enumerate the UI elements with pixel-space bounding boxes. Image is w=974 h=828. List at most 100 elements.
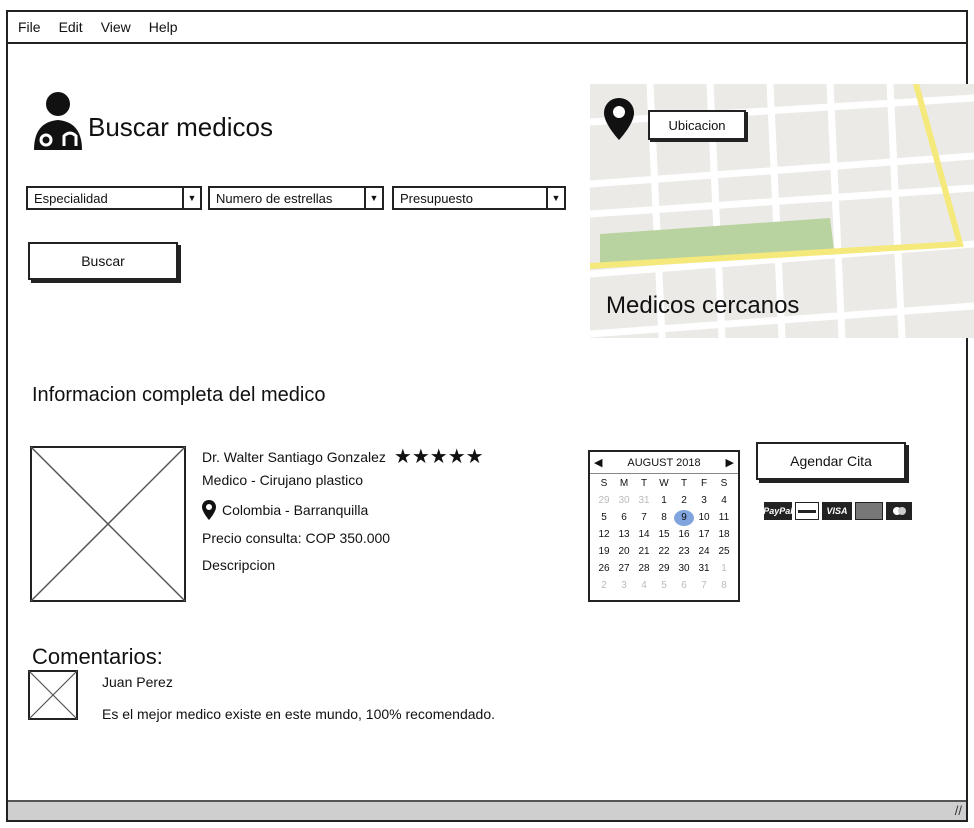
calendar-day[interactable]: 5 bbox=[654, 578, 674, 594]
commenter-avatar-placeholder bbox=[28, 670, 78, 720]
calendar-day[interactable]: 11 bbox=[714, 510, 734, 526]
calendar-day[interactable]: 10 bbox=[694, 510, 714, 526]
menu-file[interactable]: File bbox=[18, 19, 41, 35]
calendar-day[interactable]: 21 bbox=[634, 544, 654, 560]
calendar-day[interactable]: 13 bbox=[614, 527, 634, 543]
calendar-day[interactable]: 2 bbox=[674, 493, 694, 509]
calendar-weekday: T bbox=[640, 478, 648, 489]
comment-text: Es el mejor medico existe en este mundo,… bbox=[102, 706, 495, 722]
calendar-day[interactable]: 26 bbox=[594, 561, 614, 577]
map-panel[interactable]: Ubicacion Medicos cercanos bbox=[590, 84, 974, 338]
chevron-down-icon: ▼ bbox=[182, 188, 200, 208]
visa-card-icon: VISA bbox=[822, 502, 852, 520]
status-bar: // bbox=[8, 800, 966, 820]
calendar-header: ◀ AUGUST 2018 ▶ bbox=[590, 452, 738, 474]
calendar-weekday: M bbox=[619, 478, 629, 489]
calendar-day[interactable]: 8 bbox=[714, 578, 734, 594]
menu-bar: File Edit View Help bbox=[8, 12, 966, 44]
location-button[interactable]: Ubicacion bbox=[648, 110, 746, 140]
doctor-name: Dr. Walter Santiago Gonzalez bbox=[202, 448, 386, 465]
calendar-day[interactable]: 6 bbox=[674, 578, 694, 594]
calendar-day[interactable]: 2 bbox=[594, 578, 614, 594]
comment-author: Juan Perez bbox=[102, 674, 173, 690]
calendar-day[interactable]: 4 bbox=[634, 578, 654, 594]
calendar: ◀ AUGUST 2018 ▶ S M T W T F S 29 30 31 1 2 3 4 5 6 7 8 9 10… bbox=[588, 450, 740, 602]
menu-edit[interactable]: Edit bbox=[59, 19, 83, 35]
calendar-day[interactable]: 19 bbox=[594, 544, 614, 560]
calendar-day[interactable]: 1 bbox=[714, 561, 734, 577]
doctor-specialty: Medico - Cirujano plastico bbox=[202, 472, 364, 488]
calendar-month: AUGUST 2018 bbox=[627, 456, 701, 469]
app-window: File Edit View Help Buscar medicos Espec… bbox=[6, 10, 974, 822]
mastercard-icon bbox=[886, 502, 912, 520]
doctor-description[interactable]: Descripcion bbox=[202, 557, 275, 573]
menu-help[interactable]: Help bbox=[149, 19, 178, 35]
stars-select-label: Numero de estrellas bbox=[216, 190, 333, 206]
chevron-down-icon: ▼ bbox=[364, 188, 382, 208]
calendar-day[interactable]: 30 bbox=[674, 561, 694, 577]
calendar-day[interactable]: 22 bbox=[654, 544, 674, 560]
rating-stars: ★★★★★ bbox=[393, 446, 484, 468]
paypal-card-icon: PayPal bbox=[763, 502, 793, 520]
calendar-weekday: T bbox=[680, 478, 688, 489]
calendar-day[interactable]: 29 bbox=[594, 493, 614, 509]
calendar-day[interactable]: 20 bbox=[614, 544, 634, 560]
resize-grip-icon[interactable]: // bbox=[955, 803, 962, 818]
budget-select-label: Presupuesto bbox=[400, 190, 473, 206]
calendar-day[interactable]: 7 bbox=[694, 578, 714, 594]
calendar-day[interactable]: 9 bbox=[674, 510, 694, 526]
calendar-day[interactable]: 14 bbox=[634, 527, 654, 543]
doctor-location-row: Colombia - Barranquilla bbox=[202, 500, 368, 520]
calendar-day[interactable]: 15 bbox=[654, 527, 674, 543]
calendar-day[interactable]: 24 bbox=[694, 544, 714, 560]
calendar-weekday: W bbox=[659, 478, 669, 489]
next-month-icon[interactable]: ▶ bbox=[726, 456, 734, 469]
calendar-day[interactable]: 7 bbox=[634, 510, 654, 526]
book-appointment-button[interactable]: Agendar Cita bbox=[756, 442, 906, 480]
specialty-select[interactable]: Especialidad ▼ bbox=[26, 186, 202, 210]
calendar-day[interactable]: 5 bbox=[594, 510, 614, 526]
calendar-day[interactable]: 3 bbox=[614, 578, 634, 594]
doctor-location: Colombia - Barranquilla bbox=[222, 502, 369, 518]
calendar-day[interactable]: 18 bbox=[714, 527, 734, 543]
amex-card-icon bbox=[855, 502, 883, 520]
chevron-down-icon: ▼ bbox=[546, 188, 564, 208]
calendar-day[interactable]: 23 bbox=[674, 544, 694, 560]
doctor-name-row: Dr. Walter Santiago Gonzalez ★★★★★ bbox=[202, 444, 484, 469]
calendar-day[interactable]: 4 bbox=[714, 493, 734, 509]
calendar-day[interactable]: 17 bbox=[694, 527, 714, 543]
calendar-weekday: S bbox=[600, 478, 608, 489]
calendar-day[interactable]: 3 bbox=[694, 493, 714, 509]
location-pin-icon bbox=[202, 500, 216, 520]
specialty-select-label: Especialidad bbox=[34, 190, 108, 206]
section-title: Informacion completa del medico bbox=[32, 384, 326, 406]
calendar-day[interactable]: 6 bbox=[614, 510, 634, 526]
doctor-photo-placeholder bbox=[30, 446, 186, 602]
menu-view[interactable]: View bbox=[101, 19, 131, 35]
page-title: Buscar medicos bbox=[88, 112, 273, 142]
calendar-day[interactable]: 31 bbox=[634, 493, 654, 509]
calendar-day[interactable]: 27 bbox=[614, 561, 634, 577]
map-pin-icon bbox=[604, 98, 634, 140]
search-button[interactable]: Buscar bbox=[28, 242, 178, 280]
calendar-day[interactable]: 31 bbox=[694, 561, 714, 577]
doctor-icon bbox=[34, 92, 82, 150]
calendar-weekday: F bbox=[700, 478, 708, 489]
calendar-day[interactable]: 1 bbox=[654, 493, 674, 509]
calendar-grid: S M T W T F S 29 30 31 1 2 3 4 5 6 7 8 9 10 11 12 13 14 15 16 17 18… bbox=[590, 474, 738, 596]
budget-select[interactable]: Presupuesto ▼ bbox=[392, 186, 566, 210]
calendar-day[interactable]: 8 bbox=[654, 510, 674, 526]
prev-month-icon[interactable]: ◀ bbox=[594, 456, 602, 469]
doctor-price: Precio consulta: COP 350.000 bbox=[202, 530, 391, 546]
calendar-day[interactable]: 16 bbox=[674, 527, 694, 543]
calendar-weekday: S bbox=[720, 478, 728, 489]
calendar-day[interactable]: 30 bbox=[614, 493, 634, 509]
calendar-day[interactable]: 12 bbox=[594, 527, 614, 543]
comments-title: Comentarios: bbox=[32, 644, 163, 669]
calendar-day[interactable]: 29 bbox=[654, 561, 674, 577]
map-caption: Medicos cercanos bbox=[606, 292, 800, 319]
generic-card-icon bbox=[795, 502, 819, 520]
stars-select[interactable]: Numero de estrellas ▼ bbox=[208, 186, 384, 210]
calendar-day[interactable]: 28 bbox=[634, 561, 654, 577]
calendar-day[interactable]: 25 bbox=[714, 544, 734, 560]
